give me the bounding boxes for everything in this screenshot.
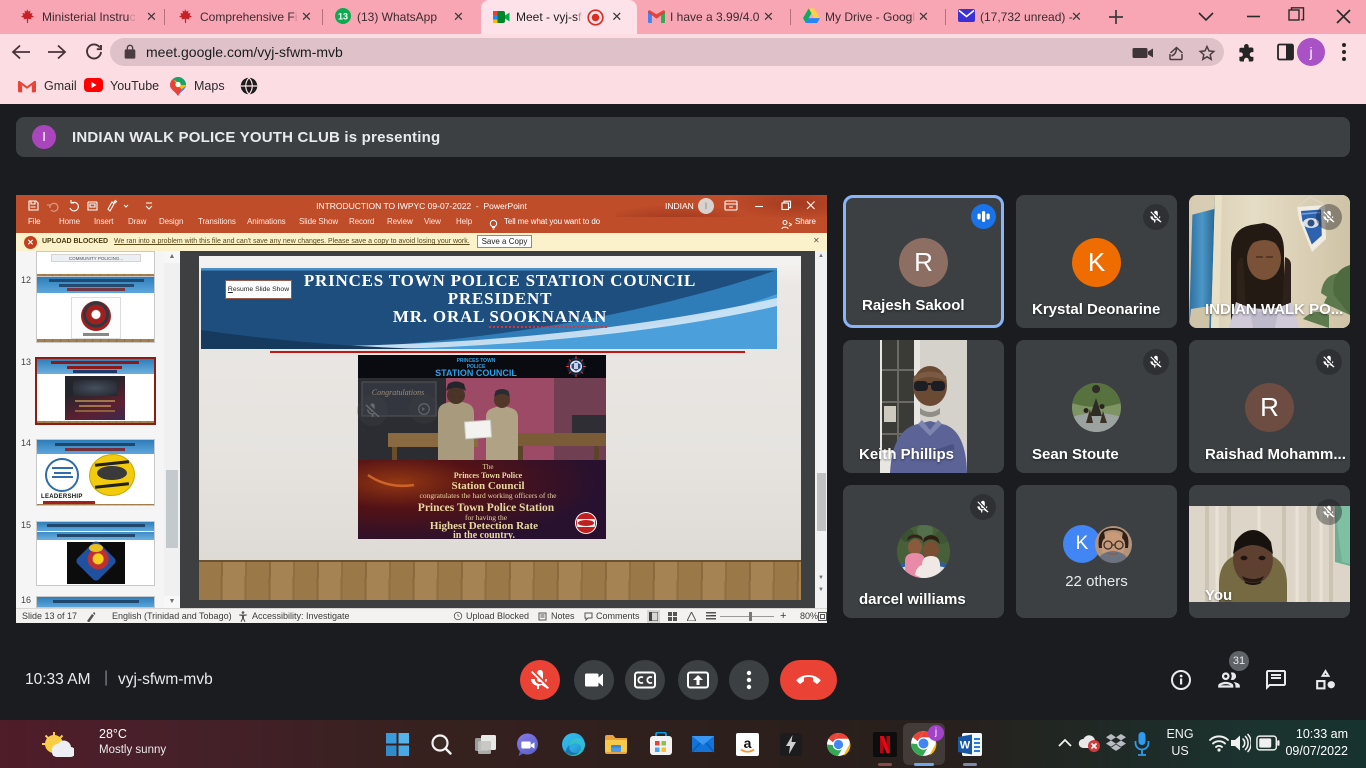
svg-text:STATION COUNCIL: STATION COUNCIL	[435, 368, 517, 378]
svg-text:The: The	[483, 463, 494, 471]
svg-text:W: W	[960, 740, 971, 752]
svg-text:in the country.: in the country.	[453, 530, 515, 539]
svg-text:congratulates the hard workin: congratulates the hard working officers …	[420, 491, 558, 500]
svg-text:13: 13	[338, 12, 348, 22]
svg-text:Princes Town Police: Princes Town Police	[454, 471, 523, 480]
svg-text:a: a	[744, 735, 752, 751]
